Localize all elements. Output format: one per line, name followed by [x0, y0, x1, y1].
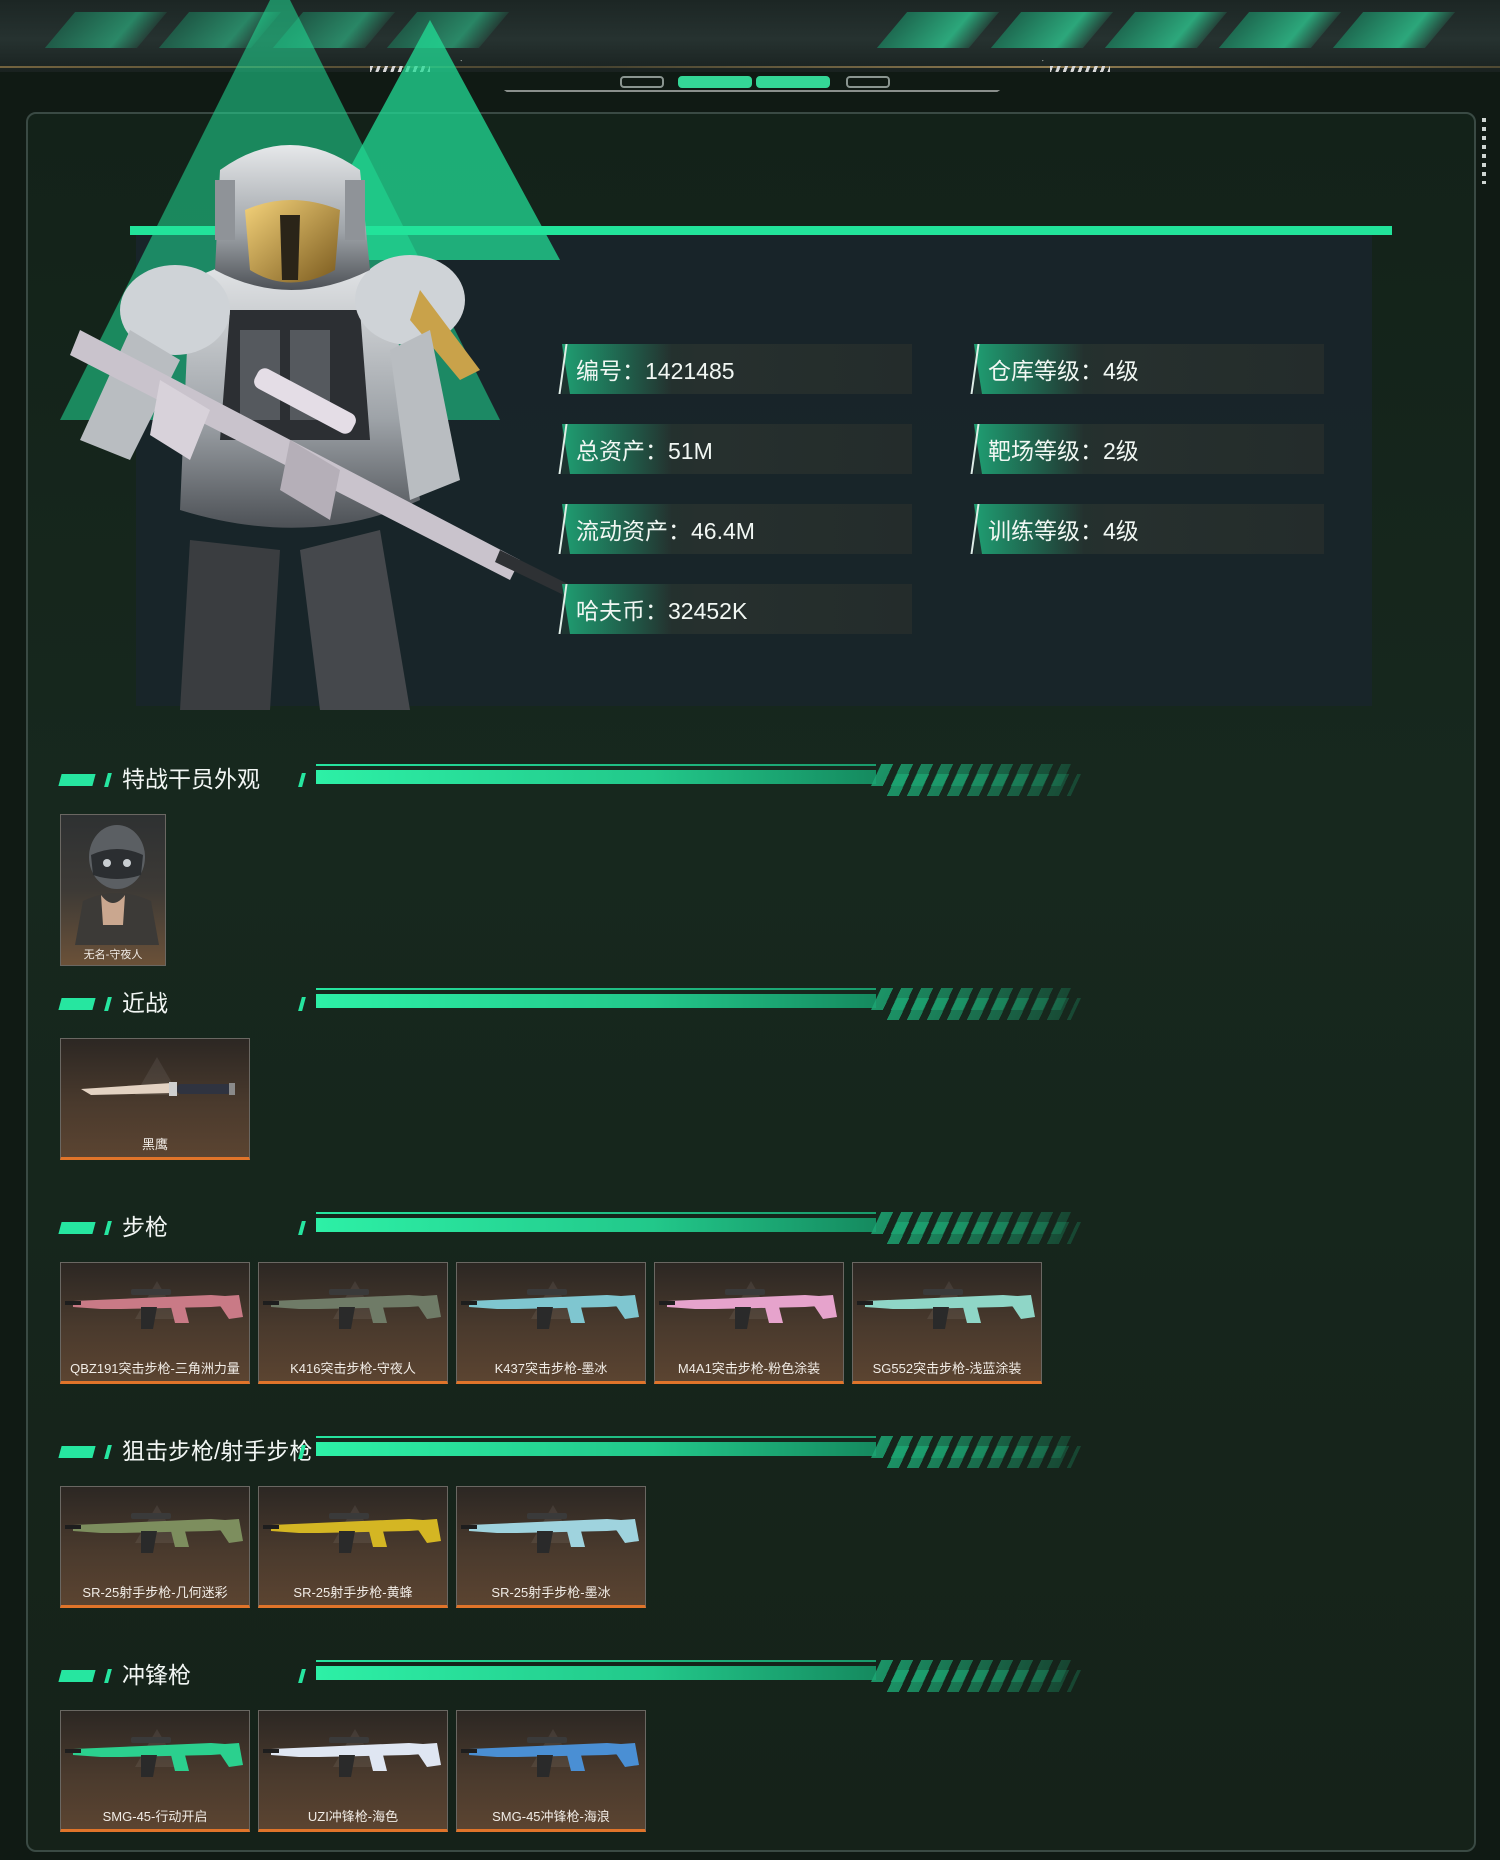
- weapon-card[interactable]: M4A1突击步枪-粉色涂装: [654, 1262, 844, 1384]
- weapon-image: [263, 1289, 441, 1329]
- item-name: K437突击步枪-墨冰: [494, 1361, 608, 1376]
- weapon-card[interactable]: UZI冲锋枪-海色: [258, 1710, 448, 1832]
- item-name: UZI冲锋枪-海色: [307, 1809, 399, 1824]
- section-divider-checker: [880, 1222, 1082, 1244]
- section-marker: [58, 1670, 96, 1682]
- section-marker: [104, 1445, 112, 1459]
- section-header: 冲锋枪: [58, 1654, 1082, 1694]
- section-divider-checker: [880, 774, 1082, 796]
- section-divider-bar: [316, 1218, 876, 1232]
- operator-skin-card[interactable]: 无名-守夜人: [60, 814, 166, 966]
- section-marker: [104, 1221, 112, 1235]
- weapon-card[interactable]: SR-25射手步枪-几何迷彩: [60, 1486, 250, 1608]
- header-pill-active: [678, 76, 752, 88]
- section-marker: [104, 1669, 112, 1683]
- section-divider-tick: [298, 1669, 306, 1683]
- section-divider-tick: [298, 773, 306, 787]
- knife-icon: [81, 1082, 235, 1096]
- section-marker: [58, 774, 96, 786]
- section-marker: [58, 998, 96, 1010]
- item-name: 黑鹰: [141, 1137, 168, 1152]
- stat-liquid-assets: 流动资产：46.4M: [562, 504, 912, 554]
- weapon-card[interactable]: SMG-45冲锋枪-海浪: [456, 1710, 646, 1832]
- section-title: 冲锋枪: [122, 1662, 191, 1688]
- weapon-image: [461, 1289, 639, 1329]
- operator-character-image: [70, 145, 600, 710]
- section-divider-tick: [298, 1221, 306, 1235]
- weapon-card[interactable]: SR-25射手步枪-墨冰: [456, 1486, 646, 1608]
- stat-total-assets: 总资产：51M: [562, 424, 912, 474]
- section-divider-bar: [316, 1666, 876, 1680]
- stat-range-level: 靶场等级：2级: [974, 424, 1324, 474]
- section-marker: [104, 997, 112, 1011]
- header-stripes-right: [876, 12, 1456, 48]
- section-divider-line: [316, 764, 876, 766]
- weapon-card[interactable]: SR-25射手步枪-黄蜂: [258, 1486, 448, 1608]
- weapon-image: [263, 1513, 441, 1553]
- weapon-card[interactable]: QBZ191突击步枪-三角洲力量: [60, 1262, 250, 1384]
- weapon-card[interactable]: K437突击步枪-墨冰: [456, 1262, 646, 1384]
- item-name: K416突击步枪-守夜人: [290, 1361, 416, 1376]
- stat-player-id: 编号：1421485: [562, 344, 912, 394]
- section-marker: [58, 1446, 96, 1458]
- section-divider-checker: [880, 998, 1082, 1020]
- scrollbar-dots[interactable]: [1482, 118, 1486, 184]
- item-name: SR-25射手步枪-几何迷彩: [82, 1585, 228, 1600]
- section-title: 近战: [122, 990, 168, 1016]
- weapon-image: [65, 1737, 243, 1777]
- section-divider-checker: [880, 1670, 1082, 1692]
- section-title: 特战干员外观: [122, 766, 260, 792]
- item-name: QBZ191突击步枪-三角洲力量: [70, 1361, 240, 1376]
- section-header: 特战干员外观: [58, 758, 1082, 798]
- section-divider-bar: [316, 994, 876, 1008]
- weapon-card[interactable]: K416突击步枪-守夜人: [258, 1262, 448, 1384]
- item-name: SMG-45-行动开启: [102, 1809, 208, 1824]
- stat-warehouse-level: 仓库等级：4级: [974, 344, 1324, 394]
- section-marker: [58, 1222, 96, 1234]
- header-dash-right: [1050, 66, 1110, 72]
- item-name: 无名-守夜人: [83, 949, 143, 961]
- weapon-card[interactable]: 黑鹰: [60, 1038, 250, 1160]
- section-divider-bar: [316, 770, 876, 784]
- weapon-image: [461, 1737, 639, 1777]
- section-header: 狙击步枪/射手步枪: [58, 1430, 1082, 1470]
- section-header: 步枪: [58, 1206, 1082, 1246]
- section-divider-line: [316, 988, 876, 990]
- section-marker: [104, 773, 112, 787]
- weapon-card[interactable]: SG552突击步枪-浅蓝涂装: [852, 1262, 1042, 1384]
- item-name: SMG-45冲锋枪-海浪: [492, 1809, 610, 1824]
- section-title: 步枪: [122, 1214, 168, 1240]
- section-divider-line: [316, 1436, 876, 1438]
- weapon-image: [263, 1737, 441, 1777]
- item-name: SG552突击步枪-浅蓝涂装: [872, 1361, 1022, 1376]
- section-header: 近战: [58, 982, 1082, 1022]
- section-divider-line: [316, 1660, 876, 1662]
- section-divider-checker: [880, 1446, 1082, 1468]
- weapon-image: [857, 1289, 1035, 1329]
- item-name: SR-25射手步枪-墨冰: [491, 1585, 611, 1600]
- weapon-card[interactable]: SMG-45-行动开启: [60, 1710, 250, 1832]
- item-name: M4A1突击步枪-粉色涂装: [677, 1361, 821, 1376]
- weapon-image: [659, 1289, 837, 1329]
- operator-portrait: [75, 825, 159, 945]
- weapon-image: [65, 1513, 243, 1553]
- item-name: SR-25射手步枪-黄蜂: [293, 1585, 413, 1600]
- section-divider-line: [316, 1212, 876, 1214]
- header-pill: [846, 76, 890, 88]
- stat-haf-coin: 哈夫币：32452K: [562, 584, 912, 634]
- section-title: 狙击步枪/射手步枪: [122, 1438, 313, 1464]
- weapon-image: [461, 1513, 639, 1553]
- header-pill-active: [756, 76, 830, 88]
- section-divider-bar: [316, 1442, 876, 1456]
- stat-training-level: 训练等级：4级: [974, 504, 1324, 554]
- header-pill: [620, 76, 664, 88]
- weapon-image: [65, 1289, 243, 1329]
- section-divider-tick: [298, 997, 306, 1011]
